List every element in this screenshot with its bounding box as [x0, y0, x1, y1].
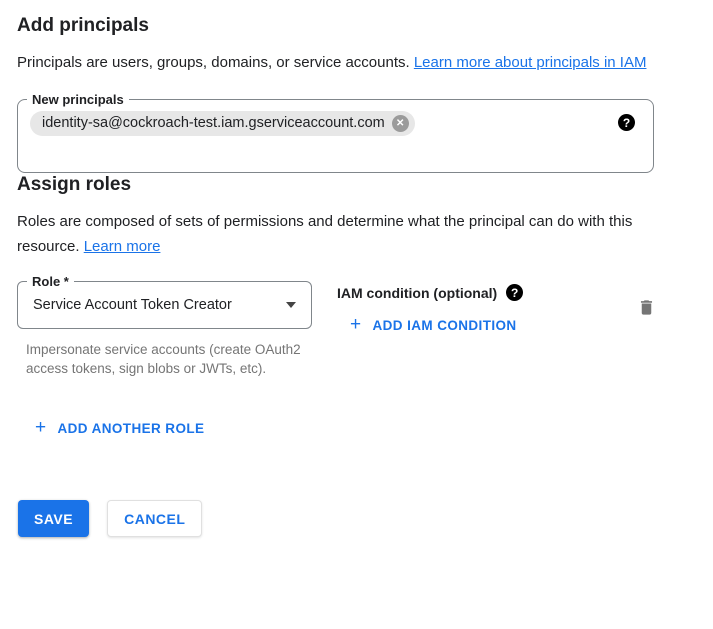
add-iam-condition-label: ADD IAM CONDITION — [373, 318, 517, 333]
role-select[interactable]: Role * Service Account Token Creator — [17, 281, 312, 329]
principals-help-icon[interactable]: ? — [618, 114, 635, 131]
delete-role-button[interactable] — [637, 297, 656, 318]
assign-roles-title: Assign roles — [17, 173, 713, 197]
learn-more-principals-link[interactable]: Learn more about principals in IAM — [414, 54, 647, 71]
roles-description: Roles are composed of sets of permission… — [17, 209, 669, 259]
trash-icon — [637, 297, 656, 318]
plus-icon: + — [35, 420, 47, 436]
page-title: Add principals — [17, 14, 713, 38]
principals-description-text: Principals are users, groups, domains, o… — [17, 54, 414, 71]
role-row: Role * Service Account Token Creator Imp… — [17, 281, 713, 378]
iam-condition-label: IAM condition (optional) — [337, 285, 497, 301]
role-helper-text: Impersonate service accounts (create OAu… — [26, 340, 304, 378]
dialog-actions: SAVE CANCEL — [18, 500, 713, 537]
iam-condition-column: IAM condition (optional) ? + ADD IAM CON… — [337, 281, 637, 335]
role-label: Role * — [27, 273, 74, 290]
plus-icon: + — [350, 317, 362, 333]
chip-remove-icon[interactable]: ✕ — [392, 115, 409, 132]
add-another-role-button[interactable]: + ADD ANOTHER ROLE — [35, 420, 204, 436]
new-principals-input[interactable]: New principals identity-sa@cockroach-tes… — [17, 99, 654, 173]
add-iam-condition-button[interactable]: + ADD IAM CONDITION — [350, 317, 517, 333]
save-button[interactable]: SAVE — [18, 500, 89, 537]
add-another-role-label: ADD ANOTHER ROLE — [58, 421, 205, 436]
principal-chip-value: identity-sa@cockroach-test.iam.gservicea… — [42, 114, 385, 133]
new-principals-label: New principals — [27, 91, 129, 108]
add-another-role-row: + ADD ANOTHER ROLE — [35, 420, 713, 438]
add-principals-panel: Add principals Principals are users, gro… — [0, 0, 713, 537]
principals-description: Principals are users, groups, domains, o… — [17, 50, 669, 75]
chevron-down-icon — [286, 302, 296, 308]
role-selected-value: Service Account Token Creator — [33, 297, 286, 313]
learn-more-roles-link[interactable]: Learn more — [84, 238, 161, 255]
role-column: Role * Service Account Token Creator Imp… — [17, 281, 312, 378]
iam-condition-help-icon[interactable]: ? — [506, 284, 523, 301]
iam-condition-label-row: IAM condition (optional) ? — [337, 284, 637, 301]
cancel-button[interactable]: CANCEL — [107, 500, 202, 537]
principal-chip: identity-sa@cockroach-test.iam.gservicea… — [30, 111, 415, 136]
